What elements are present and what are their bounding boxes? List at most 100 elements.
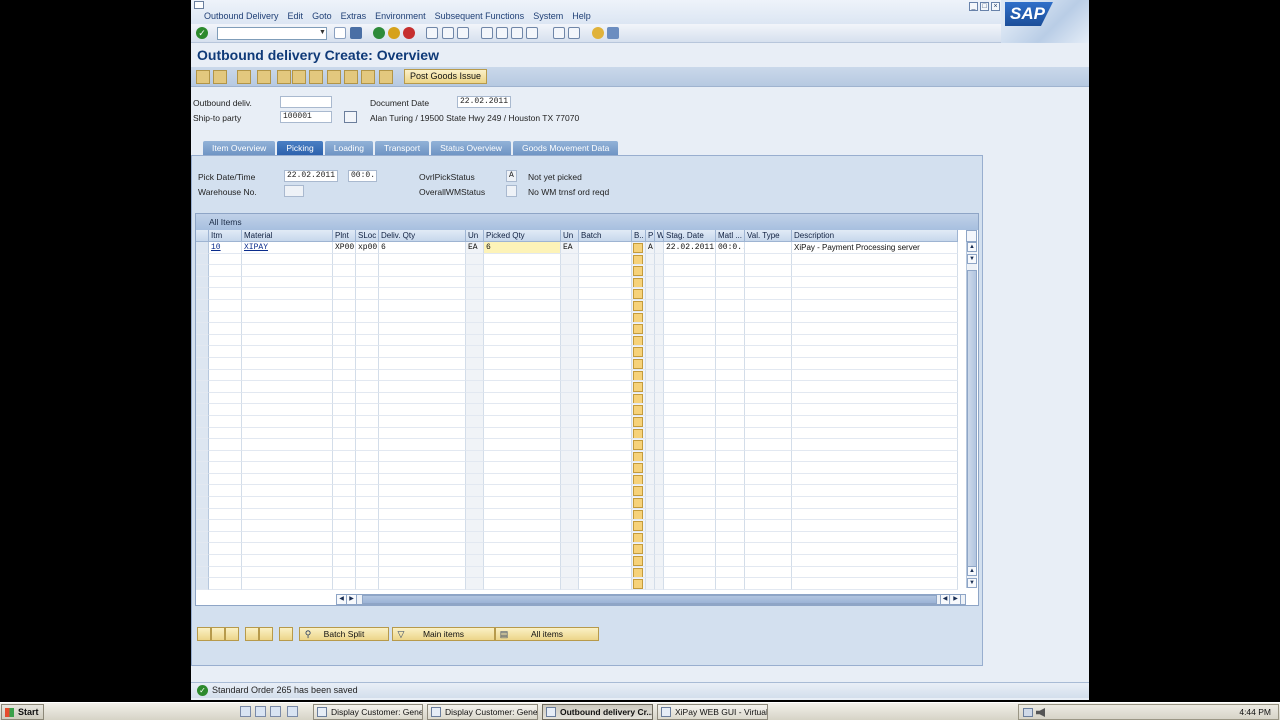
cell-picked-qty[interactable] <box>484 497 561 509</box>
cell-b[interactable] <box>632 242 646 254</box>
cell-deliv-qty[interactable] <box>379 311 466 324</box>
cell-stag-date[interactable] <box>664 323 716 335</box>
cell-sloc[interactable] <box>356 369 379 382</box>
cell-b[interactable] <box>632 485 646 498</box>
column-header-picked-qty[interactable]: Picked Qty <box>484 230 561 242</box>
cell-stag-date[interactable] <box>664 427 716 440</box>
cell-picked-qty[interactable] <box>484 392 561 405</box>
cell-matl[interactable] <box>716 381 745 393</box>
cell-un[interactable] <box>466 265 484 277</box>
tab-picking[interactable]: Picking <box>277 141 323 155</box>
row-selector[interactable] <box>196 299 209 312</box>
cell-material[interactable] <box>242 404 333 416</box>
select-all-column-header[interactable] <box>196 230 209 242</box>
column-header-un[interactable]: Un <box>466 230 484 242</box>
cell-material[interactable] <box>242 520 333 532</box>
cell-un[interactable] <box>466 578 484 590</box>
row-selector[interactable] <box>196 566 209 579</box>
row-selector[interactable] <box>196 311 209 324</box>
cell-plnt[interactable] <box>333 265 356 277</box>
cell-w[interactable] <box>655 578 664 590</box>
cell-sloc[interactable] <box>356 265 379 277</box>
cell-val-type[interactable] <box>745 299 792 312</box>
cell-itm[interactable] <box>209 497 242 509</box>
column-header-description[interactable]: Description <box>792 230 958 242</box>
cell-batch[interactable] <box>579 334 632 347</box>
row-selector[interactable] <box>196 473 209 486</box>
row-selector[interactable] <box>196 323 209 335</box>
cell-deliv-qty[interactable] <box>379 276 466 289</box>
cell-val-type[interactable] <box>745 369 792 382</box>
last-page-icon[interactable] <box>526 27 538 39</box>
cell-val-type[interactable] <box>745 531 792 544</box>
cell-stag-date[interactable] <box>664 531 716 544</box>
cell-batch[interactable] <box>579 578 632 590</box>
cell-stag-date[interactable] <box>664 265 716 277</box>
cell-plnt[interactable] <box>333 299 356 312</box>
cell-picked-qty[interactable] <box>484 265 561 277</box>
column-header-p[interactable]: P <box>646 230 655 242</box>
cell-b[interactable] <box>632 346 646 358</box>
cell-sloc[interactable] <box>356 288 379 300</box>
cell-w[interactable] <box>655 473 664 486</box>
cell-sloc[interactable] <box>356 555 379 567</box>
cell-deliv-qty[interactable] <box>379 450 466 463</box>
cell-batch[interactable] <box>579 555 632 567</box>
find-icon[interactable] <box>442 27 454 39</box>
cell-description[interactable] <box>792 323 958 335</box>
tab-loading[interactable]: Loading <box>324 141 373 155</box>
cell-sloc[interactable] <box>356 276 379 289</box>
cell-batch[interactable] <box>579 369 632 382</box>
cell-un2[interactable] <box>561 427 579 440</box>
cell-sloc[interactable] <box>356 543 379 556</box>
cell-batch[interactable] <box>579 415 632 428</box>
first-page-icon[interactable] <box>481 27 493 39</box>
cell-picked-qty[interactable] <box>484 323 561 335</box>
column-header-matl[interactable]: Matl ... <box>716 230 745 242</box>
cell-itm[interactable] <box>209 346 242 358</box>
row-selector[interactable] <box>196 346 209 358</box>
cell-material[interactable] <box>242 427 333 440</box>
cell-matl[interactable] <box>716 288 745 300</box>
cell-sloc[interactable] <box>356 485 379 498</box>
cell-un[interactable] <box>466 323 484 335</box>
cell-stag-date[interactable]: 22.02.2011 <box>664 242 716 254</box>
other-delivery-icon[interactable] <box>213 70 227 84</box>
cell-plnt[interactable] <box>333 485 356 498</box>
cell-p[interactable] <box>646 357 655 370</box>
cell-un2[interactable] <box>561 531 579 544</box>
cell-plnt[interactable] <box>333 288 356 300</box>
cell-material[interactable] <box>242 346 333 358</box>
cell-w[interactable] <box>655 508 664 521</box>
cell-picked-qty[interactable] <box>484 485 561 498</box>
cell-material[interactable] <box>242 415 333 428</box>
cell-b[interactable] <box>632 288 646 300</box>
cell-p[interactable] <box>646 253 655 266</box>
cell-un2[interactable] <box>561 473 579 486</box>
cell-deliv-qty[interactable] <box>379 473 466 486</box>
cell-description[interactable] <box>792 299 958 312</box>
cell-batch[interactable] <box>579 450 632 463</box>
cell-un[interactable] <box>466 531 484 544</box>
cell-b[interactable] <box>632 427 646 440</box>
cell-un2[interactable] <box>561 404 579 416</box>
cell-batch[interactable] <box>579 357 632 370</box>
cell-picked-qty[interactable]: 6 <box>484 242 561 254</box>
cell-description[interactable] <box>792 450 958 463</box>
cell-b[interactable] <box>632 555 646 567</box>
cell-w[interactable] <box>655 427 664 440</box>
cell-w[interactable] <box>655 392 664 405</box>
cell-material[interactable] <box>242 450 333 463</box>
cell-itm[interactable] <box>209 415 242 428</box>
cell-w[interactable] <box>655 531 664 544</box>
cell-picked-qty[interactable] <box>484 415 561 428</box>
cell-material[interactable] <box>242 369 333 382</box>
ship-to-field[interactable]: 100001 <box>280 111 332 123</box>
cell-picked-qty[interactable] <box>484 381 561 393</box>
cell-material[interactable] <box>242 357 333 370</box>
cell-val-type[interactable] <box>745 462 792 474</box>
cell-w[interactable] <box>655 520 664 532</box>
cell-w[interactable] <box>655 485 664 498</box>
cell-un2[interactable] <box>561 334 579 347</box>
cell-sloc[interactable] <box>356 323 379 335</box>
